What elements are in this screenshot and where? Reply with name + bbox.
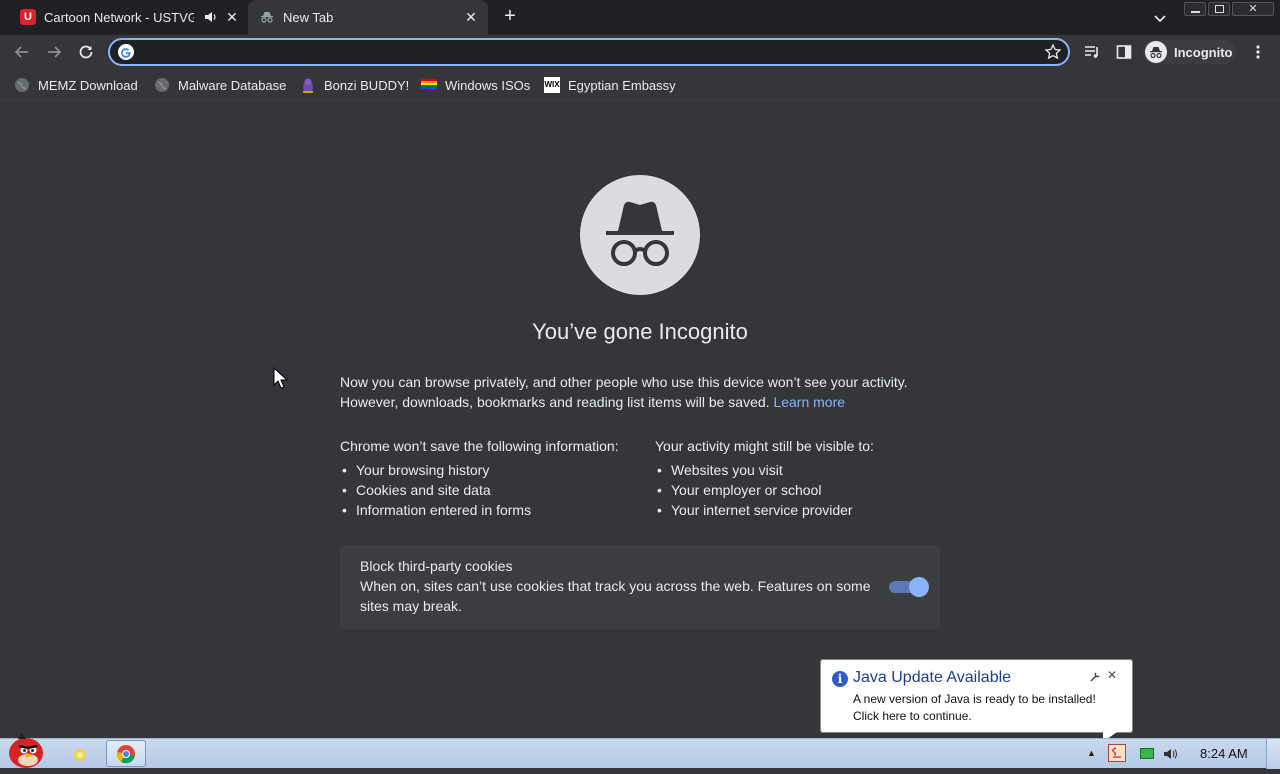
learn-more-link[interactable]: Learn more <box>773 394 845 410</box>
page-title: You’ve gone Incognito <box>532 319 748 344</box>
omnibox[interactable] <box>108 38 1070 66</box>
cookie-card-title: Block third-party cookies <box>360 558 513 574</box>
bookmark-label: Malware Database <box>178 77 287 93</box>
start-button-angry-bird-icon[interactable] <box>4 731 48 769</box>
bonzi-icon <box>300 77 316 93</box>
notification-message: A new version of Java is ready to be ins… <box>853 692 1096 723</box>
chrome-taskbar-button[interactable] <box>106 740 146 767</box>
tab-strip: U Cartoon Network - USTVG ✕ New Tab ✕ + … <box>0 0 1280 35</box>
tab-search-chevron-icon[interactable] <box>1152 10 1168 26</box>
java-tray-icon[interactable] <box>1108 744 1126 762</box>
reading-list-icon[interactable] <box>1083 43 1101 61</box>
list-item: Websites you visit <box>655 460 940 480</box>
incognito-avatar-icon <box>1145 41 1167 63</box>
reload-button[interactable] <box>74 40 98 64</box>
close-icon[interactable]: ✕ <box>1107 668 1119 682</box>
restore-button[interactable] <box>1208 2 1230 16</box>
tab-title: Cartoon Network - USTVG <box>44 10 194 25</box>
globe-icon <box>154 77 170 93</box>
clock[interactable]: 8:24 AM <box>1200 746 1248 761</box>
cookie-controls-card: Block third-party cookies When on, sites… <box>340 545 940 629</box>
bookmark-star-icon[interactable] <box>1044 43 1062 61</box>
tab-cartoon-network[interactable]: U Cartoon Network - USTVG ✕ <box>12 0 248 35</box>
list-item: Cookies and site data <box>340 480 640 500</box>
settings-wrench-icon[interactable] <box>1089 670 1101 682</box>
close-icon[interactable]: ✕ <box>463 9 479 25</box>
taskbar: ▲ 8:24 AM <box>0 733 1280 769</box>
info-icon: i <box>832 671 848 687</box>
minimize-button[interactable] <box>1184 2 1206 16</box>
show-desktop-button[interactable] <box>1266 739 1280 769</box>
bookmark-label: MEMZ Download <box>38 77 138 93</box>
ustvgo-favicon: U <box>20 9 36 25</box>
incognito-new-tab-page: You’ve gone Incognito Now you can browse… <box>0 101 1280 738</box>
bookmark-label: Bonzi BUDDY! <box>324 77 410 93</box>
close-window-button[interactable]: ✕ <box>1232 2 1274 16</box>
incognito-hero-icon <box>580 175 700 295</box>
bookmark-windows-isos[interactable]: Windows ISOs <box>421 76 530 94</box>
still-visible-title: Your activity might still be visible to: <box>655 438 874 454</box>
menu-kebab-icon[interactable] <box>1250 43 1266 61</box>
incognito-tab-icon <box>260 10 274 24</box>
not-saved-section: Chrome won’t save the following informat… <box>340 436 640 520</box>
list-item: Your internet service provider <box>655 500 940 520</box>
intro-paragraph: Now you can browse privately, and other … <box>340 372 940 412</box>
rainbow-flag-icon <box>421 77 437 93</box>
network-icon[interactable] <box>1140 748 1154 759</box>
close-icon[interactable]: ✕ <box>224 9 240 25</box>
list-item: Your employer or school <box>655 480 940 500</box>
bookmark-label: Windows ISOs <box>445 77 531 93</box>
not-saved-title: Chrome won’t save the following informat… <box>340 438 619 454</box>
google-g-icon <box>118 44 134 60</box>
speaker-icon[interactable] <box>204 10 218 24</box>
toggle-knob[interactable] <box>909 577 929 597</box>
forward-button[interactable] <box>42 40 66 64</box>
java-update-notification[interactable]: i Java Update Available ✕ A new version … <box>820 659 1133 733</box>
bookmark-label: Egyptian Embassy <box>568 77 676 93</box>
explorer-taskbar-icon[interactable] <box>70 745 90 765</box>
wix-icon: WIX <box>544 77 560 93</box>
forward-arrow-icon <box>48 46 62 58</box>
side-panel-icon[interactable] <box>1115 43 1133 61</box>
tab-new-tab[interactable]: New Tab ✕ <box>248 0 488 35</box>
profile-incognito-button[interactable]: Incognito <box>1142 40 1236 64</box>
bookmark-egyptian-embassy[interactable]: WIX Egyptian Embassy <box>544 76 676 94</box>
notification-title: Java Update Available <box>853 669 1012 686</box>
chrome-icon <box>116 745 135 764</box>
volume-icon[interactable] <box>1162 746 1178 762</box>
bookmarks-bar: MEMZ Download Malware Database Bonzi BUD… <box>0 69 1280 101</box>
tab-title: New Tab <box>283 10 334 25</box>
cookie-card-description: When on, sites can’t use cookies that tr… <box>360 578 871 614</box>
profile-label: Incognito <box>1174 45 1233 60</box>
list-item: Information entered in forms <box>340 500 640 520</box>
bookmark-bonzi-buddy[interactable]: Bonzi BUDDY! <box>300 76 409 94</box>
back-button[interactable] <box>10 40 34 64</box>
new-tab-plus-icon[interactable]: + <box>500 6 520 26</box>
intro-line-1: Now you can browse privately, and other … <box>340 374 908 390</box>
globe-icon <box>14 77 30 93</box>
reload-icon <box>79 45 93 59</box>
intro-line-2: However, downloads, bookmarks and readin… <box>340 394 846 410</box>
mouse-cursor-icon <box>273 366 289 391</box>
show-hidden-icons-arrow[interactable]: ▲ <box>1087 748 1097 758</box>
bookmark-memz-download[interactable]: MEMZ Download <box>14 76 138 94</box>
bookmark-malware-database[interactable]: Malware Database <box>154 76 286 94</box>
still-visible-section: Your activity might still be visible to:… <box>655 436 940 520</box>
list-item: Your browsing history <box>340 460 640 480</box>
back-arrow-icon <box>14 46 28 58</box>
